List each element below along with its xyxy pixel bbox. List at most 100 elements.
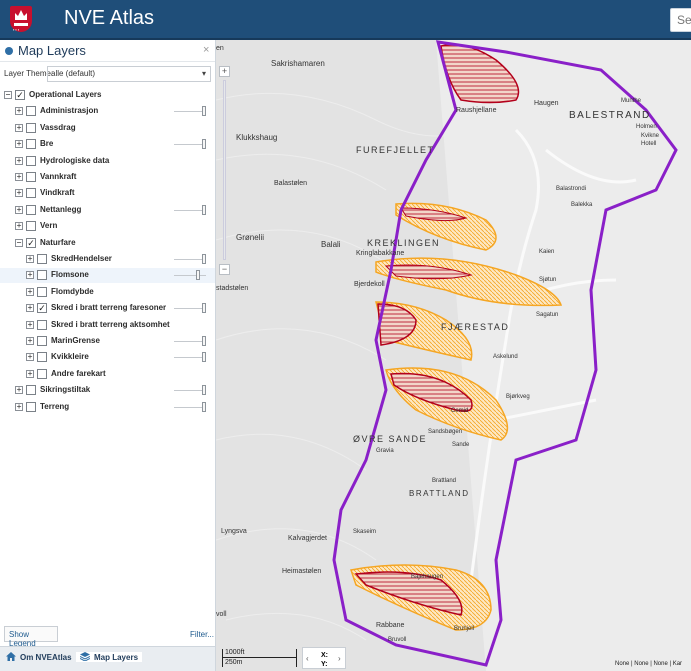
zoom-out-button[interactable]: − (219, 264, 230, 275)
layer-checkbox[interactable] (37, 368, 47, 379)
expand-icon[interactable]: + (15, 189, 23, 198)
layer-row[interactable]: + Vannkraft (0, 170, 215, 185)
zoom-in-button[interactable]: + (219, 66, 230, 77)
slider-thumb[interactable] (202, 106, 206, 117)
layer-checkbox[interactable] (37, 336, 47, 346)
tab-map-layers[interactable]: Map Layers (76, 652, 143, 662)
expand-icon[interactable]: + (15, 402, 23, 411)
layer-row[interactable]: + ✓ Skred i bratt terreng faresoner (0, 301, 215, 316)
expand-icon[interactable]: + (26, 271, 34, 280)
layer-theme-select[interactable]: alle (default) ▾ (47, 66, 211, 82)
layer-row[interactable]: + MarinGrense (0, 334, 215, 349)
layer-checkbox[interactable] (37, 352, 47, 363)
layer-row[interactable]: + Skred i bratt terreng aktsomhet (0, 318, 215, 333)
show-legend-button[interactable]: Show Legend (4, 626, 58, 648)
expand-icon[interactable]: + (26, 320, 34, 329)
layer-checkbox[interactable] (37, 254, 47, 264)
layer-checkbox[interactable] (26, 139, 36, 150)
layer-label: Vern (40, 221, 58, 231)
place-name: Skaseim (353, 529, 376, 535)
slider-thumb[interactable] (202, 352, 206, 363)
slider-thumb[interactable] (202, 303, 206, 314)
layer-checkbox[interactable] (26, 172, 36, 182)
layer-checkbox[interactable] (26, 385, 36, 396)
zoom-slider[interactable] (223, 80, 226, 260)
place-name: Cemid (451, 408, 468, 414)
coords-prev-button[interactable]: ‹ (306, 654, 309, 663)
tab-om-nveatlas[interactable]: Om NVEAtlas (6, 652, 72, 662)
layer-checkbox[interactable]: ✓ (37, 303, 47, 314)
expand-icon[interactable]: + (26, 369, 34, 378)
layer-checkbox[interactable] (26, 106, 36, 117)
opacity-slider[interactable] (174, 303, 206, 314)
slider-thumb[interactable] (202, 336, 206, 346)
slider-thumb[interactable] (202, 385, 206, 396)
layer-row[interactable]: + Vindkraft (0, 186, 215, 201)
layer-theme-value: alle (default) (51, 69, 96, 78)
opacity-slider[interactable] (174, 139, 206, 150)
map-canvas[interactable]: Sakrishamaren Haugen Raushjellane BALESTRAN… (216, 40, 691, 671)
expand-icon[interactable]: + (15, 222, 23, 231)
layer-checkbox[interactable] (26, 221, 36, 232)
layer-row[interactable]: + Terreng (0, 400, 215, 415)
layer-checkbox[interactable] (37, 286, 47, 297)
coords-next-button[interactable]: › (338, 654, 341, 663)
nve-coat-of-arms-icon[interactable]: ▪▪▪ (10, 6, 32, 32)
layer-row[interactable]: − ✓ Naturfare (0, 236, 215, 251)
layer-checkbox[interactable] (37, 319, 47, 330)
layer-row[interactable]: − ✓ Operational Layers (0, 88, 215, 103)
expand-icon[interactable]: + (26, 353, 34, 362)
filter-link[interactable]: Filter... (190, 630, 214, 639)
layer-row[interactable]: + Andre farekart (0, 367, 215, 382)
opacity-slider[interactable] (174, 352, 206, 363)
layer-row[interactable]: + Administrasjon (0, 104, 215, 119)
map-view[interactable]: Sakrishamaren Haugen Raushjellane BALESTRAN… (216, 40, 691, 671)
slider-thumb[interactable] (196, 270, 200, 281)
slider-thumb[interactable] (202, 254, 206, 264)
expand-icon[interactable]: + (26, 287, 34, 296)
expand-icon[interactable]: + (15, 386, 23, 395)
expand-icon[interactable]: + (15, 140, 23, 149)
slider-thumb[interactable] (202, 204, 206, 215)
layer-checkbox[interactable] (26, 188, 36, 199)
layer-row[interactable]: + Flomsone (0, 268, 215, 284)
expand-icon[interactable]: + (26, 255, 34, 263)
layer-label: Skred i bratt terreng faresoner (51, 303, 167, 313)
expand-icon[interactable]: + (15, 123, 23, 132)
layer-row[interactable]: + Vassdrag (0, 121, 215, 136)
layer-checkbox[interactable] (26, 204, 36, 215)
layer-checkbox[interactable]: ✓ (26, 237, 36, 248)
opacity-slider[interactable] (174, 204, 206, 215)
layer-row[interactable]: + Kvikkleire (0, 350, 215, 365)
collapse-icon[interactable]: − (4, 91, 12, 99)
layer-checkbox[interactable]: ✓ (15, 90, 25, 100)
slider-thumb[interactable] (202, 401, 206, 412)
opacity-slider[interactable] (174, 106, 206, 117)
expand-icon[interactable]: + (15, 205, 23, 214)
layer-checkbox[interactable] (26, 122, 36, 133)
layer-row[interactable]: + SkredHendelser (0, 252, 215, 267)
slider-thumb[interactable] (202, 139, 206, 150)
layer-row[interactable]: + Hydrologiske data (0, 154, 215, 169)
expand-icon[interactable]: + (15, 173, 23, 181)
opacity-slider[interactable] (174, 401, 206, 412)
opacity-slider[interactable] (174, 336, 206, 346)
layer-checkbox[interactable] (26, 401, 36, 412)
collapse-icon[interactable]: − (15, 238, 23, 247)
layer-checkbox[interactable] (37, 270, 47, 281)
layer-row[interactable]: + Vern (0, 219, 215, 234)
close-icon[interactable]: × (203, 44, 209, 56)
opacity-slider[interactable] (174, 254, 206, 264)
expand-icon[interactable]: + (15, 156, 23, 165)
layer-row[interactable]: + Flomdybde (0, 285, 215, 300)
layer-row[interactable]: + Nettanlegg (0, 203, 215, 218)
expand-icon[interactable]: + (15, 107, 23, 116)
expand-icon[interactable]: + (26, 304, 34, 313)
expand-icon[interactable]: + (26, 337, 34, 345)
layer-row[interactable]: + Bre (0, 137, 215, 152)
layer-checkbox[interactable] (26, 155, 36, 166)
opacity-slider[interactable] (174, 385, 206, 396)
opacity-slider[interactable] (174, 270, 206, 281)
layer-row[interactable]: + Sikringstiltak (0, 383, 215, 398)
search-input[interactable]: Se (670, 8, 691, 32)
